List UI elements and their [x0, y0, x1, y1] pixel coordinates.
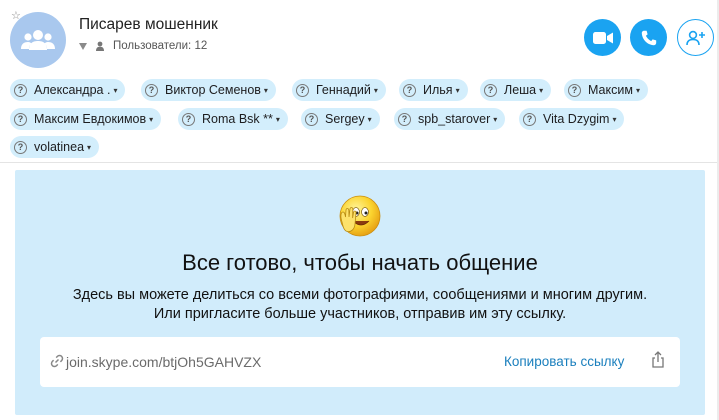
member-chip[interactable]: ? spb_starover ▾	[394, 108, 506, 130]
conversation-header: ☆ Писарев мошенник Пользователи: 12	[0, 0, 719, 72]
welcome-text-line-2: Или пригласите больше участников, отправ…	[153, 306, 567, 322]
divider	[0, 162, 719, 163]
help-icon: ?	[182, 112, 195, 126]
member-name: spb_starover	[418, 112, 491, 126]
audio-call-button[interactable]	[630, 19, 667, 56]
member-chip[interactable]: ? Виктор Семенов ▾	[141, 79, 276, 101]
help-icon: ?	[305, 112, 318, 126]
invite-link-text[interactable]: join.skype.com/btjOh5GAHVZX	[66, 354, 261, 370]
phone-icon	[641, 30, 656, 45]
help-icon: ?	[484, 83, 497, 97]
conversation-title[interactable]: Писарев мошенник	[79, 16, 218, 34]
chevron-down-icon: ▾	[367, 114, 372, 124]
member-name: Александра .	[34, 83, 111, 97]
participants-row[interactable]: Пользователи: 12	[79, 40, 207, 52]
member-name: volatinea	[34, 140, 85, 154]
member-chip[interactable]: ? volatinea ▾	[10, 136, 100, 158]
help-icon: ?	[145, 83, 158, 97]
member-chip[interactable]: ? Максим ▾	[564, 79, 648, 101]
member-chip[interactable]: ? Геннадий ▾	[292, 79, 386, 101]
link-icon	[50, 354, 64, 368]
chevron-down-icon: ▾	[149, 114, 154, 124]
add-participants-button[interactable]	[677, 19, 714, 56]
person-icon	[96, 41, 104, 51]
help-icon: ?	[568, 83, 581, 97]
help-icon: ?	[296, 83, 309, 97]
member-name: Sergey	[325, 112, 365, 126]
video-call-button[interactable]	[584, 19, 621, 56]
help-icon: ?	[523, 112, 536, 126]
chevron-down-icon: ▾	[493, 114, 498, 124]
collapse-triangle-icon[interactable]	[79, 42, 87, 50]
chevron-down-icon: ▾	[263, 85, 268, 95]
member-chip[interactable]: ? Александра . ▾	[10, 79, 126, 101]
group-avatar-icon[interactable]	[10, 12, 66, 68]
share-icon[interactable]	[650, 351, 666, 369]
chevron-down-icon: ▾	[612, 114, 617, 124]
member-name: Леша	[504, 83, 537, 97]
chevron-down-icon: ▾	[373, 85, 378, 95]
member-chip[interactable]: ? Максим Евдокимов ▾	[10, 108, 162, 130]
chevron-down-icon: ▾	[635, 85, 640, 95]
chevron-down-icon: ▾	[87, 142, 92, 152]
video-call-icon	[592, 31, 613, 44]
help-icon: ?	[14, 112, 27, 126]
welcome-headline: Все готово, чтобы начать общение	[182, 250, 538, 275]
copy-link-button[interactable]: Копировать ссылку	[504, 354, 624, 369]
chevron-down-icon: ▾	[539, 85, 544, 95]
member-name: Геннадий	[316, 83, 371, 97]
member-chip[interactable]: ? Sergey ▾	[301, 108, 380, 130]
help-icon: ?	[14, 83, 27, 97]
add-person-icon	[685, 30, 705, 45]
member-chip[interactable]: ? Vita Dzygim ▾	[519, 108, 625, 130]
help-icon: ?	[14, 140, 27, 154]
chevron-down-icon: ▾	[455, 85, 460, 95]
participants-count: Пользователи: 12	[113, 40, 208, 52]
member-name: Roma Bsk **	[202, 112, 273, 126]
help-icon: ?	[398, 112, 411, 126]
help-icon: ?	[403, 83, 416, 97]
member-name: Vita Dzygim	[543, 112, 610, 126]
welcome-panel: Все готово, чтобы начать общение Здесь в…	[15, 170, 705, 415]
chevron-down-icon: ▾	[113, 85, 118, 95]
member-name: Виктор Семенов	[165, 83, 261, 97]
member-chip[interactable]: ? Леша ▾	[480, 79, 552, 101]
chevron-down-icon: ▾	[275, 114, 280, 124]
member-name: Максим	[588, 83, 633, 97]
member-chip[interactable]: ? Roma Bsk ** ▾	[178, 108, 288, 130]
invite-link-box: join.skype.com/btjOh5GAHVZX Копировать с…	[40, 337, 680, 387]
member-chip[interactable]: ? Илья ▾	[399, 79, 468, 101]
member-name: Максим Евдокимов	[34, 112, 147, 126]
welcome-text-line-1: Здесь вы можете делиться со всеми фотогр…	[72, 287, 648, 303]
member-name: Илья	[423, 83, 453, 97]
wave-emoji-icon	[339, 195, 381, 237]
